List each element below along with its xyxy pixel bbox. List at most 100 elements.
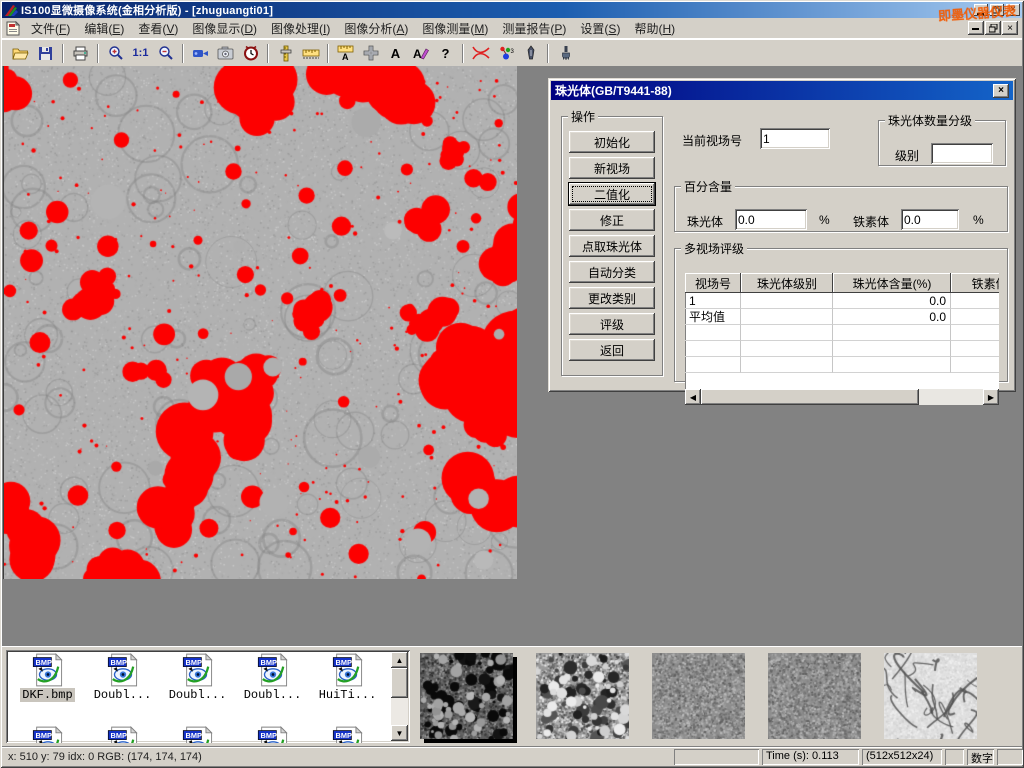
table-cell	[685, 341, 741, 357]
file-item-1[interactable]: BMPDKF.bmp	[10, 653, 85, 702]
menu-item-a[interactable]: 图像分析(A)	[337, 18, 415, 39]
open-folder-button[interactable]	[8, 42, 33, 65]
app-close-button[interactable]: ×	[1006, 4, 1020, 16]
pen-tool-button[interactable]	[518, 42, 543, 65]
camera-capture-button[interactable]	[213, 42, 238, 65]
grading-group: 珠光体数量分级 级别	[878, 112, 1006, 166]
file-item-clipped-2[interactable]: BMP	[85, 726, 160, 743]
scroll-right-button[interactable]: ▶	[983, 389, 999, 405]
menu-item-f[interactable]: 文件(F)	[24, 18, 77, 39]
child-close-button[interactable]: ×	[1002, 21, 1018, 35]
op-button-8[interactable]: 评级	[569, 313, 655, 335]
level-input[interactable]	[931, 143, 993, 164]
file-item-3[interactable]: BMPDoubl...	[160, 653, 235, 702]
menu-item-d[interactable]: 图像显示(D)	[185, 18, 264, 39]
op-button-4[interactable]: 修正	[569, 209, 655, 231]
file-item-clipped-3[interactable]: BMP	[160, 726, 235, 743]
zoom-in-button[interactable]	[103, 42, 128, 65]
thumbnail-4[interactable]	[768, 653, 861, 739]
document-icon[interactable]	[6, 21, 20, 36]
menu-item-h[interactable]: 帮助(H)	[627, 18, 682, 39]
menu-item-v[interactable]: 查看(V)	[131, 18, 185, 39]
table-header-1[interactable]: 视场号	[685, 273, 741, 293]
table-header-3[interactable]: 珠光体含量(%)	[833, 273, 951, 293]
table-hscrollbar[interactable]: ◀ ▶	[685, 389, 999, 405]
child-restore-button[interactable]	[985, 21, 1001, 35]
ferrite-value-input[interactable]	[901, 209, 959, 230]
scroll-down-button[interactable]: ▼	[391, 725, 408, 741]
curve-tool-button[interactable]	[468, 42, 493, 65]
bmp-file-icon: BMP	[31, 653, 65, 687]
caliper-icon	[279, 45, 293, 62]
thumbnail-2[interactable]	[536, 653, 629, 739]
op-button-7[interactable]: 更改类别	[569, 287, 655, 309]
video-camera-button[interactable]	[188, 42, 213, 65]
table-cell	[951, 309, 999, 325]
file-item-2[interactable]: BMPDoubl...	[85, 653, 160, 702]
dialog-titlebar[interactable]: 珠光体(GB/T9441-88) ×	[551, 81, 1013, 100]
timer-clock-button[interactable]	[238, 42, 263, 65]
file-item-clipped-4[interactable]: BMP	[235, 726, 310, 743]
op-button-2[interactable]: 新视场	[569, 157, 655, 179]
micrograph-image[interactable]	[3, 66, 517, 579]
text-tool-button[interactable]: A	[383, 42, 408, 65]
table-row-1[interactable]: 10.0	[685, 293, 999, 309]
save-button[interactable]	[33, 42, 58, 65]
svg-text:3: 3	[510, 49, 514, 55]
grid-cross-button[interactable]	[358, 42, 383, 65]
table-row-4[interactable]	[685, 341, 999, 357]
op-button-3[interactable]: 二值化	[569, 183, 655, 205]
actual-size-button[interactable]: 1:1	[128, 42, 153, 65]
status-panel-image-size: (512x512x24)	[862, 749, 942, 765]
file-item-4[interactable]: BMPDoubl...	[235, 653, 310, 702]
thumbnail-5[interactable]	[884, 653, 977, 739]
rating-table[interactable]: 视场号珠光体级别珠光体含量(%)铁素体含量(%) 10.0平均值0.0	[685, 273, 999, 389]
print-button[interactable]	[68, 42, 93, 65]
table-cell	[741, 293, 833, 309]
table-header-4[interactable]: 铁素体含量(%)	[951, 273, 999, 293]
table-row-5[interactable]	[685, 357, 999, 373]
hscroll-thumb[interactable]	[701, 389, 919, 405]
scroll-left-button[interactable]: ◀	[685, 389, 701, 405]
file-item-clipped-5[interactable]: BMP	[310, 726, 385, 743]
caliper-button[interactable]	[273, 42, 298, 65]
zoom-out-button[interactable]	[153, 42, 178, 65]
menu-item-m[interactable]: 图像测量(M)	[415, 18, 495, 39]
current-field-input[interactable]	[760, 128, 830, 149]
file-item-clipped-1[interactable]: BMP	[10, 726, 85, 743]
thumbnail-1[interactable]	[420, 653, 513, 739]
file-listbox[interactable]: BMPDKF.bmpBMPDoubl...BMPDoubl...BMPDoubl…	[6, 650, 410, 743]
svg-text:BMP: BMP	[110, 658, 126, 667]
menu-item-s[interactable]: 设置(S)	[573, 18, 627, 39]
scroll-up-button[interactable]: ▲	[391, 652, 408, 668]
ruler-button[interactable]	[298, 42, 323, 65]
thumbnail-3[interactable]	[652, 653, 745, 739]
file-vscrollbar[interactable]: ▲ ▼	[391, 652, 408, 741]
measure-label-button[interactable]: A	[333, 42, 358, 65]
app-minimize-button[interactable]	[974, 4, 988, 16]
table-row-2[interactable]: 平均值0.0	[685, 309, 999, 325]
menu-item-e[interactable]: 编辑(E)	[77, 18, 131, 39]
bmp-file-icon: BMP	[331, 653, 365, 687]
dialog-close-button[interactable]: ×	[993, 84, 1009, 98]
table-header-2[interactable]: 珠光体级别	[741, 273, 833, 293]
op-button-5[interactable]: 点取珠光体	[569, 235, 655, 257]
help-button[interactable]: ?	[433, 42, 458, 65]
operation-group: 操作 初始化新视场二值化修正点取珠光体自动分类更改类别评级返回	[561, 108, 663, 376]
file-item-5[interactable]: BMPHuiTi...	[310, 653, 385, 702]
table-row-3[interactable]	[685, 325, 999, 341]
annotate-tool-icon: A	[412, 45, 429, 61]
brush-tool-button[interactable]	[553, 42, 578, 65]
count-markers-button[interactable]: 3	[493, 42, 518, 65]
app-restore-button[interactable]	[990, 4, 1004, 16]
child-minimize-button[interactable]	[968, 21, 984, 35]
vscroll-thumb[interactable]	[391, 668, 408, 698]
op-button-9[interactable]: 返回	[569, 339, 655, 361]
menu-item-i[interactable]: 图像处理(I)	[264, 18, 337, 39]
video-camera-icon	[192, 47, 209, 59]
annotate-tool-button[interactable]: A	[408, 42, 433, 65]
op-button-1[interactable]: 初始化	[569, 131, 655, 153]
pearlite-value-input[interactable]	[735, 209, 807, 230]
menu-item-p[interactable]: 测量报告(P)	[495, 18, 573, 39]
op-button-6[interactable]: 自动分类	[569, 261, 655, 283]
